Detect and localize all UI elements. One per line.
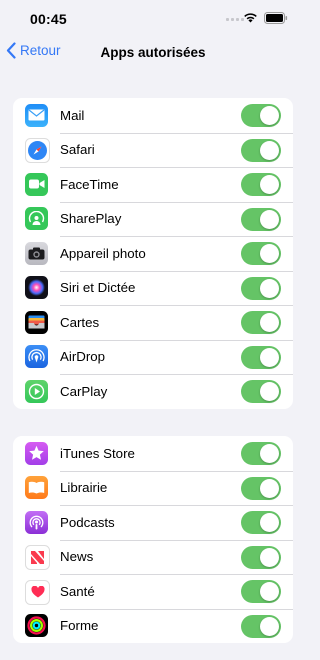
news-icon <box>25 545 50 570</box>
app-label: News <box>60 549 94 565</box>
app-label: Santé <box>60 583 95 599</box>
toggle-facetime[interactable] <box>241 173 281 196</box>
list-item-wallet: Cartes <box>13 305 293 340</box>
carplay-icon <box>25 379 48 403</box>
toggle-podcasts[interactable] <box>241 511 281 534</box>
toggle-fitness[interactable] <box>241 614 281 638</box>
list-item-podcasts: Podcasts <box>13 505 293 540</box>
battery-icon <box>264 12 288 24</box>
app-label: CarPlay <box>60 383 108 399</box>
app-label: Mail <box>60 107 85 123</box>
toggle-shareplay[interactable] <box>241 207 281 231</box>
list-item-carplay: CarPlay <box>13 374 293 409</box>
toggle-news[interactable] <box>241 545 281 569</box>
navigation-bar: Retour Apps autorisées <box>0 38 306 72</box>
apps-group-1: Mail Safari FaceTime SharePlay Appareil … <box>13 98 293 409</box>
siri-icon <box>25 276 48 299</box>
safari-icon <box>25 138 50 163</box>
page-title: Apps autorisées <box>100 45 206 60</box>
health-icon <box>25 579 50 605</box>
fitness-icon <box>25 614 48 637</box>
airdrop-icon <box>25 345 48 368</box>
toggle-carplay[interactable] <box>241 380 281 403</box>
list-item-siri: Siri et Dictée <box>13 270 293 306</box>
list-item-itunes-store: iTunes Store <box>13 436 293 471</box>
list-item-health: Santé <box>13 574 293 609</box>
mail-icon <box>25 103 48 127</box>
toggle-safari[interactable] <box>241 138 281 162</box>
app-label: SharePlay <box>60 211 122 227</box>
toggle-itunes-store[interactable] <box>241 442 281 465</box>
shareplay-icon <box>25 207 48 230</box>
list-item-facetime: FaceTime <box>13 167 293 202</box>
app-label: Safari <box>60 142 95 158</box>
apps-group-2: iTunes Store Librairie Podcasts News San… <box>13 436 293 643</box>
app-label: AirDrop <box>60 349 106 365</box>
app-label: Siri et Dictée <box>60 280 136 296</box>
list-item-shareplay: SharePlay <box>13 201 293 237</box>
toggle-camera[interactable] <box>241 242 281 265</box>
itunes-store-icon <box>25 441 48 465</box>
toggle-books[interactable] <box>241 476 281 500</box>
app-label: iTunes Store <box>60 445 135 461</box>
cellular-signal-icon <box>226 18 244 21</box>
app-label: FaceTime <box>60 176 119 192</box>
list-item-camera: Appareil photo <box>13 236 293 271</box>
toggle-siri[interactable] <box>241 276 281 300</box>
toggle-wallet[interactable] <box>241 311 281 334</box>
app-label: Cartes <box>60 314 100 330</box>
list-item-safari: Safari <box>13 132 293 168</box>
list-item-fitness: Forme <box>13 608 293 644</box>
status-bar: 00:45 <box>0 0 306 38</box>
app-label: Podcasts <box>60 514 115 530</box>
status-time: 00:45 <box>30 11 67 27</box>
toggle-health[interactable] <box>241 580 281 603</box>
list-item-mail: Mail <box>13 98 293 133</box>
camera-icon <box>25 241 48 265</box>
wallet-icon <box>25 310 48 334</box>
podcasts-icon <box>25 510 48 534</box>
list-item-news: News <box>13 539 293 575</box>
books-icon <box>25 476 48 499</box>
list-item-books: Librairie <box>13 470 293 506</box>
app-label: Forme <box>60 618 99 634</box>
toggle-airdrop[interactable] <box>241 345 281 369</box>
toggle-mail[interactable] <box>241 104 281 127</box>
app-label: Librairie <box>60 480 108 496</box>
wifi-icon <box>244 13 257 23</box>
facetime-icon <box>25 172 48 196</box>
list-item-airdrop: AirDrop <box>13 339 293 375</box>
app-label: Appareil photo <box>60 245 146 261</box>
